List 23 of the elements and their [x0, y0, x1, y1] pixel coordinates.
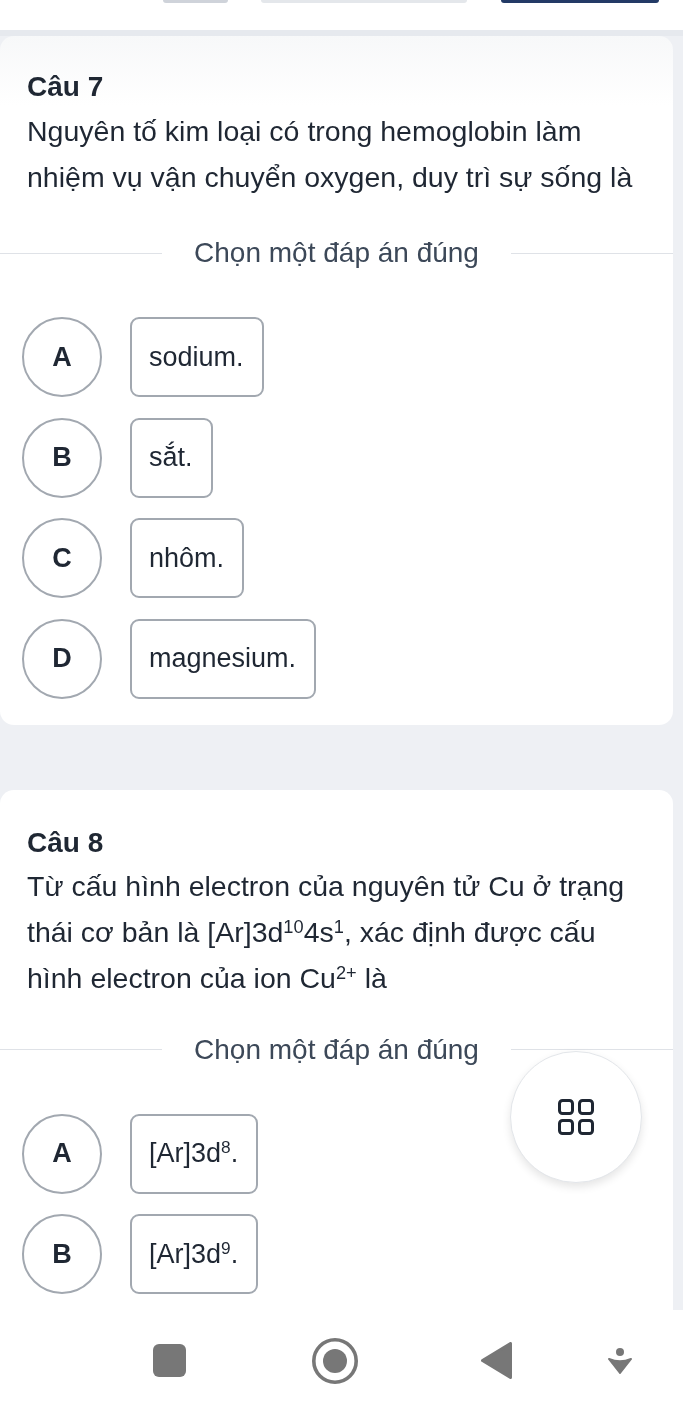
question-number: Câu 7: [27, 71, 105, 103]
option-letter-button[interactable]: A: [22, 1113, 102, 1194]
square-icon[interactable]: [153, 1344, 186, 1377]
option-letter-button[interactable]: B: [22, 1214, 102, 1295]
question-number: Câu 8: [27, 826, 105, 859]
question-text: Nguyên tố kim loại có trong hemoglobin làm nhiệm vụ vận chuyển oxygen, duy trì sự sống là: [27, 114, 634, 195]
option-letter-button[interactable]: D: [22, 618, 102, 699]
option-letter-button[interactable]: C: [22, 518, 102, 599]
grid-icon: [558, 1099, 594, 1135]
answer-option[interactable]: sắt.: [130, 417, 213, 498]
option-letter-button[interactable]: B: [22, 417, 102, 498]
option-letter-button[interactable]: A: [22, 317, 102, 397]
back-icon[interactable]: [481, 1342, 512, 1379]
question-text: Từ cấu hình electron của nguyên tử Cu ở trạng thái cơ bản là [Ar]3d$^{10}$4s$^{1}$, xác định được cấu hình electron của ion Cu$^{2+}$ là: [27, 868, 626, 996]
answer-option[interactable]: [Ar]3d$^{8}$.: [130, 1113, 259, 1194]
home-icon[interactable]: [312, 1337, 358, 1384]
instruction-text: Chọn một đáp án đúng: [194, 1034, 479, 1065]
accessibility-icon[interactable]: [608, 1347, 632, 1374]
answer-option[interactable]: magnesium.: [130, 618, 317, 699]
answer-option[interactable]: nhôm.: [130, 518, 245, 599]
answer-option[interactable]: [Ar]3d$^{9}$.: [130, 1214, 259, 1295]
answer-option[interactable]: sodium.: [130, 317, 264, 397]
instruction-text: Chọn một đáp án đúng: [194, 238, 479, 268]
